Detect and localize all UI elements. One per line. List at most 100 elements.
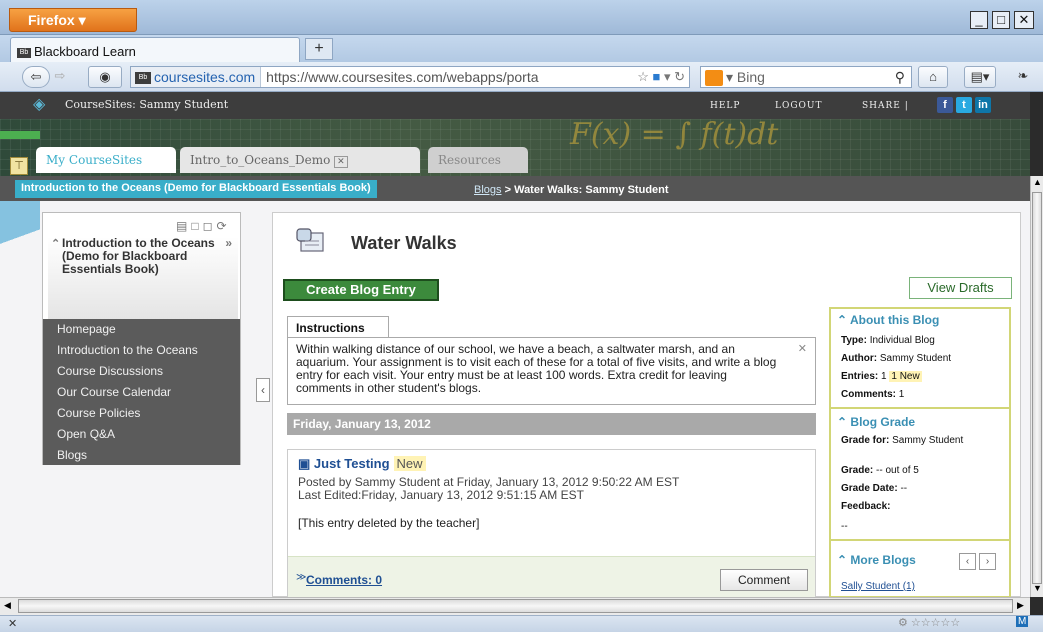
breadcrumb-trail: Blogs > Water Walks: Sammy Student bbox=[474, 184, 669, 196]
instructions-panel: Within walking distance of our school, w… bbox=[287, 337, 816, 405]
blog-icon bbox=[296, 228, 324, 252]
rating-stars-icon[interactable]: ⚙ ☆☆☆☆☆ bbox=[898, 616, 960, 629]
help-link[interactable]: HELP bbox=[710, 101, 740, 111]
grade-value: Grade: -- out of 5 bbox=[841, 465, 919, 476]
grade-for: Grade for: Sammy Student bbox=[841, 435, 964, 446]
back-arrow-icon[interactable]: ⇦ bbox=[22, 66, 50, 88]
breadcrumb-current: Water Walks: Sammy Student bbox=[514, 184, 669, 196]
browser-tab-strip: Bb Blackboard Learn + bbox=[0, 35, 1043, 62]
vertical-scrollbar[interactable]: ▲ ▼ bbox=[1030, 176, 1043, 597]
about-comments: Comments: 1 bbox=[841, 389, 905, 400]
entry-meta: Posted by Sammy Student at Friday, Janua… bbox=[298, 476, 679, 502]
blog-entry: ▣ Just Testing New Posted by Sammy Studen… bbox=[287, 449, 816, 597]
blackboard-favicon-icon: Bb bbox=[135, 72, 151, 85]
entry-icon: ▣ bbox=[298, 456, 311, 471]
tab-intro-to-oceans[interactable]: Intro_to_Oceans_Demo ✕ bbox=[180, 147, 420, 173]
collapse-up-icon: ⌃ bbox=[837, 415, 848, 429]
facebook-icon[interactable]: f bbox=[937, 97, 953, 113]
course-menu-title[interactable]: ⌃ Introduction to the Oceans (Demo for B… bbox=[48, 237, 238, 321]
create-blog-entry-button[interactable]: Create Blog Entry bbox=[283, 279, 439, 301]
grade-heading[interactable]: ⌃ Blog Grade bbox=[837, 415, 915, 429]
linkedin-icon[interactable]: in bbox=[975, 97, 991, 113]
horizontal-scroll-thumb[interactable] bbox=[18, 599, 1013, 613]
menu-item-policies[interactable]: Course Policies bbox=[43, 403, 240, 424]
scroll-up-icon[interactable]: ▲ bbox=[1033, 177, 1042, 187]
banner-arrow-decoration bbox=[0, 131, 40, 139]
bookmark-star-icon[interactable]: ☆ ■ ▾ ↻ bbox=[637, 67, 685, 87]
side-divider bbox=[831, 407, 1009, 409]
about-entries: Entries: 1 1 New bbox=[841, 371, 922, 382]
instructions-text: Within walking distance of our school, w… bbox=[296, 342, 777, 395]
grade-feedback-label: Feedback: bbox=[841, 501, 891, 512]
entry-body: [This entry deleted by the teacher] bbox=[298, 516, 480, 530]
collapse-up-icon[interactable]: ⌃ bbox=[51, 238, 60, 251]
scroll-left-icon[interactable]: ◀ bbox=[4, 600, 11, 611]
addon-icon[interactable]: ❧ bbox=[1008, 66, 1038, 88]
tab-resources[interactable]: Resources bbox=[428, 147, 528, 173]
next-blog-icon[interactable]: › bbox=[979, 553, 996, 570]
vertical-scroll-thumb[interactable] bbox=[1032, 192, 1042, 584]
breadcrumb: Introduction to the Oceans (Demo for Bla… bbox=[0, 176, 1030, 201]
url-path: https://www.coursesites.com/webapps/port… bbox=[266, 69, 539, 85]
menu-view-mode-icons[interactable]: ▤□◻⟳ bbox=[176, 219, 231, 233]
breadcrumb-course[interactable]: Introduction to the Oceans (Demo for Bla… bbox=[15, 180, 377, 198]
tab-my-coursesites[interactable]: My CourseSites bbox=[36, 147, 176, 173]
home-icon[interactable]: ⌂ bbox=[918, 66, 948, 88]
menu-item-blogs[interactable]: Blogs bbox=[43, 445, 240, 466]
date-header: Friday, January 13, 2012 bbox=[287, 413, 816, 435]
close-instructions-icon[interactable]: ✕ bbox=[798, 343, 807, 356]
banner-formula: F(x) = ∫ f(t)dt bbox=[570, 117, 779, 152]
minimize-icon[interactable]: _ bbox=[970, 11, 988, 29]
page-title: Water Walks bbox=[351, 233, 457, 253]
menu-item-open-qa[interactable]: Open Q&A bbox=[43, 424, 240, 445]
more-blogs-item[interactable]: Sally Student (1) bbox=[841, 581, 915, 592]
course-menu-toggle-icon[interactable]: ⊤ bbox=[10, 157, 28, 175]
scroll-down-icon[interactable]: ▼ bbox=[1033, 583, 1042, 593]
entry-edited: Last Edited:Friday, January 13, 2012 9:5… bbox=[298, 488, 584, 502]
expand-menu-icon[interactable]: » bbox=[225, 237, 232, 250]
share-label: SHARE | bbox=[862, 101, 909, 111]
new-tab-button[interactable]: + bbox=[305, 38, 333, 60]
addon-bar-icon[interactable]: M bbox=[1016, 616, 1029, 627]
search-input[interactable]: ▾ Bing ⚲ bbox=[700, 66, 912, 88]
twitter-icon[interactable]: t bbox=[956, 97, 972, 113]
maximize-icon[interactable]: □ bbox=[992, 11, 1010, 29]
collapse-up-icon: ⌃ bbox=[837, 313, 848, 327]
menu-item-calendar[interactable]: Our Course Calendar bbox=[43, 382, 240, 403]
expand-comments-icon[interactable]: ≫ bbox=[296, 572, 306, 583]
close-statusbar-icon[interactable]: ✕ bbox=[8, 617, 17, 630]
menu-item-discussions[interactable]: Course Discussions bbox=[43, 361, 240, 382]
status-bar: ✕ ⚙ ☆☆☆☆☆ M bbox=[0, 615, 1043, 632]
new-badge: New bbox=[393, 456, 426, 471]
collapse-menu-icon[interactable]: ‹ bbox=[256, 378, 270, 402]
logout-link[interactable]: LOGOUT bbox=[775, 101, 823, 111]
previous-blog-icon[interactable]: ‹ bbox=[959, 553, 976, 570]
comments-link[interactable]: Comments: 0 bbox=[306, 573, 382, 587]
browser-tab[interactable]: Bb Blackboard Learn bbox=[10, 37, 300, 62]
search-icon[interactable]: ⚲ bbox=[895, 67, 905, 87]
bookmarks-icon[interactable]: ▤▾ bbox=[964, 66, 996, 88]
menu-item-introduction[interactable]: Introduction to the Oceans bbox=[43, 340, 240, 361]
left-decoration bbox=[0, 201, 40, 401]
view-drafts-button[interactable]: View Drafts bbox=[909, 277, 1012, 299]
entry-title[interactable]: ▣ Just Testing New bbox=[298, 456, 426, 472]
forward-arrow-icon[interactable]: ⇨ bbox=[52, 66, 68, 88]
close-icon[interactable]: ✕ bbox=[1014, 11, 1034, 29]
url-bar[interactable]: Bb coursesites.com https://www.coursesites… bbox=[130, 66, 690, 88]
about-heading[interactable]: ⌃ About this Blog bbox=[837, 313, 939, 327]
instructions-tab[interactable]: Instructions bbox=[287, 316, 389, 338]
firefox-menu-button[interactable]: Firefox ▾ bbox=[9, 8, 137, 32]
comment-button[interactable]: Comment bbox=[720, 569, 808, 591]
breadcrumb-blogs-link[interactable]: Blogs bbox=[474, 184, 502, 196]
scroll-right-icon[interactable]: ▶ bbox=[1017, 600, 1024, 611]
bing-logo-icon bbox=[705, 70, 723, 87]
side-divider bbox=[831, 539, 1009, 541]
menu-item-homepage[interactable]: Homepage bbox=[43, 319, 240, 340]
more-blogs-heading[interactable]: ⌃ More Blogs bbox=[837, 553, 916, 567]
identity-icon[interactable]: ◉ bbox=[88, 66, 122, 88]
about-author: Author: Sammy Student bbox=[841, 353, 952, 364]
blog-side-panel: ⌃ About this Blog Type: Individual Blog … bbox=[829, 307, 1011, 597]
horizontal-scrollbar[interactable]: ◀ ▶ bbox=[0, 597, 1030, 615]
web-page: ◈ CourseSites: Sammy Student HELP LOGOUT… bbox=[0, 92, 1030, 597]
close-tab-icon[interactable]: ✕ bbox=[334, 156, 348, 168]
